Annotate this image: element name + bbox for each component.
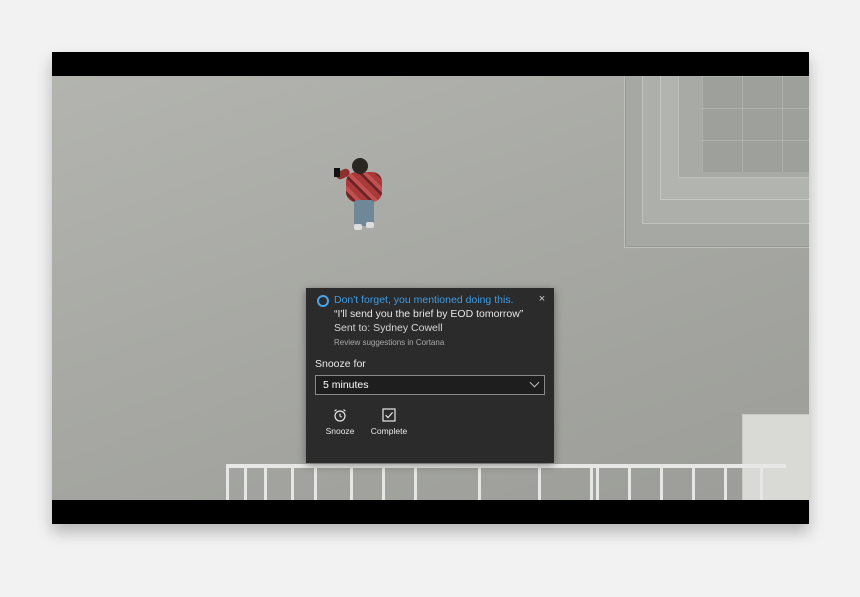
complete-button-label: Complete (370, 426, 408, 436)
toast-headline: Don't forget, you mentioned doing this. (334, 294, 514, 306)
video-frame: × Don't forget, you mentioned doing this… (52, 76, 809, 500)
plinth-tiles (702, 76, 809, 172)
complete-button[interactable]: Complete (367, 408, 411, 442)
snooze-duration-select[interactable]: 5 minutes (315, 375, 545, 395)
close-icon[interactable]: × (536, 293, 548, 305)
railing (226, 464, 786, 500)
alarm-clock-icon (334, 409, 346, 422)
review-suggestions-link[interactable]: Review suggestions in Cortana (334, 338, 444, 347)
cortana-reminder-toast: × Don't forget, you mentioned doing this… (306, 288, 554, 463)
checkbox-icon (382, 408, 396, 422)
video-player: × Don't forget, you mentioned doing this… (52, 52, 809, 524)
toast-sent-to: Sent to: Sydney Cowell (334, 322, 443, 334)
snooze-button-label: Snooze (325, 426, 355, 436)
snooze-for-label: Snooze for (315, 358, 366, 370)
person-from-above (334, 156, 394, 236)
snooze-duration-value: 5 minutes (323, 379, 369, 391)
toast-quote: “I'll send you the brief by EOD tomorrow… (334, 308, 524, 320)
chevron-down-icon (529, 377, 540, 388)
cortana-icon (317, 295, 329, 307)
snooze-button[interactable]: Snooze (318, 408, 362, 442)
